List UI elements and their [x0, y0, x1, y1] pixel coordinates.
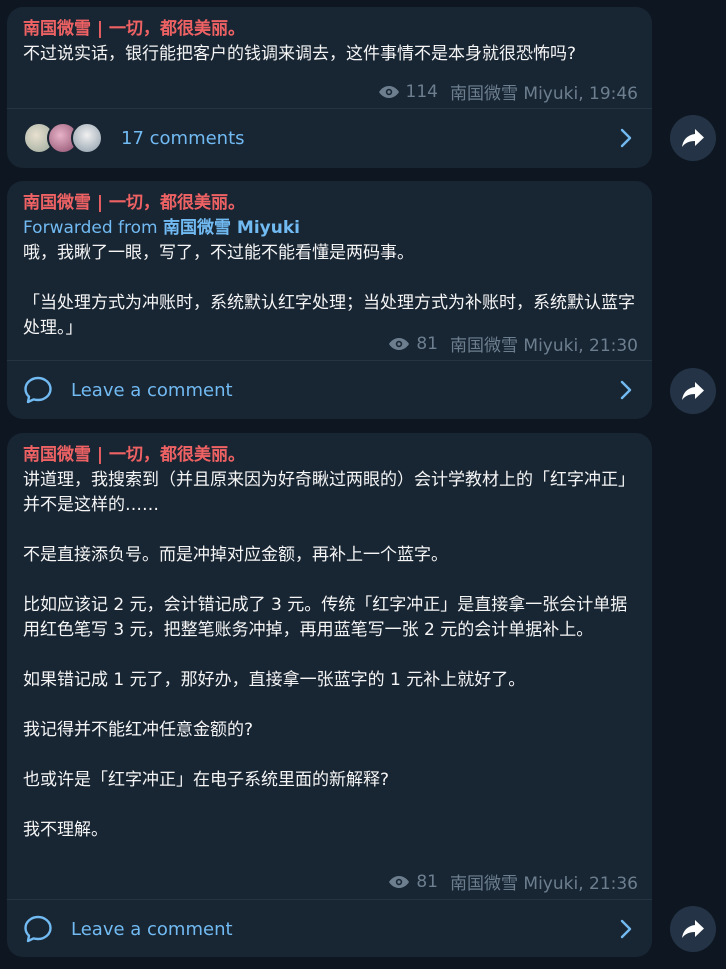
channel-post: 南国微雪 | 一切，都很美丽。 讲道理，我搜索到（并且原来因为好奇瞅过两眼的）会… — [7, 433, 652, 957]
forward-prefix: Forwarded from — [23, 218, 163, 238]
chevron-right-icon — [620, 919, 632, 939]
view-count: 114 — [405, 81, 438, 102]
post-text: 讲道理，我搜索到（并且原来因为好奇瞅过两眼的）会计学教材上的「红字冲正」并不是这… — [23, 470, 635, 840]
channel-name[interactable]: 南国微雪 | 一切，都很美丽。 — [23, 17, 636, 42]
comment-icon — [24, 915, 52, 943]
post-meta: 81 南国微雪 Miyuki, 21:30 — [388, 331, 638, 356]
comments-label: 17 comments — [121, 127, 245, 149]
share-button[interactable] — [670, 368, 716, 414]
post-meta: 81 南国微雪 Miyuki, 21:36 — [388, 869, 638, 894]
comment-icon — [24, 376, 52, 404]
post-meta: 114 南国微雪 Miyuki, 19:46 — [378, 79, 638, 104]
forward-source: 南国微雪 Miyuki — [162, 218, 300, 238]
leave-comment-label: Leave a comment — [71, 379, 233, 401]
leave-comment-button[interactable]: Leave a comment — [7, 362, 652, 418]
channel-post: 南国微雪 | 一切，都很美丽。 Forwarded from 南国微雪 Miyu… — [7, 181, 652, 419]
post-signature: 南国微雪 Miyuki, 21:36 — [450, 874, 638, 894]
divider — [7, 108, 652, 109]
share-button[interactable] — [670, 906, 716, 952]
share-icon — [682, 129, 704, 147]
eye-icon — [389, 875, 410, 888]
channel-name[interactable]: 南国微雪 | 一切，都很美丽。 — [23, 191, 636, 216]
eye-icon — [378, 85, 399, 98]
post-signature: 南国微雪 Miyuki, 19:46 — [450, 84, 638, 104]
post-signature: 南国微雪 Miyuki, 21:30 — [450, 336, 638, 356]
channel-name[interactable]: 南国微雪 | 一切，都很美丽。 — [23, 443, 636, 468]
chevron-right-icon — [620, 380, 632, 400]
share-icon — [682, 382, 704, 400]
commenter-avatars — [23, 122, 103, 154]
chevron-right-icon — [620, 128, 632, 148]
avatar — [71, 122, 103, 154]
channel-post: 南国微雪 | 一切，都很美丽。 不过说实话，银行能把客户的钱调来调去，这件事情不… — [7, 7, 652, 168]
divider — [7, 360, 652, 361]
view-count: 81 — [416, 333, 438, 354]
forwarded-from[interactable]: Forwarded from 南国微雪 Miyuki — [23, 216, 636, 241]
divider — [7, 899, 652, 900]
leave-comment-button[interactable]: Leave a comment — [7, 901, 652, 957]
leave-comment-label: Leave a comment — [71, 918, 233, 940]
comments-button[interactable]: 17 comments — [7, 110, 652, 166]
eye-icon — [389, 337, 410, 350]
post-text: 不过说实话，银行能把客户的钱调来调去，这件事情不是本身就很恐怖吗? — [23, 44, 577, 64]
share-icon — [682, 920, 704, 938]
post-text: 哦，我瞅了一眼，写了，不过能不能看懂是两码事。 「当处理方式为冲账时，系统默认红… — [23, 243, 635, 338]
share-button[interactable] — [670, 115, 716, 161]
view-count: 81 — [416, 871, 438, 892]
